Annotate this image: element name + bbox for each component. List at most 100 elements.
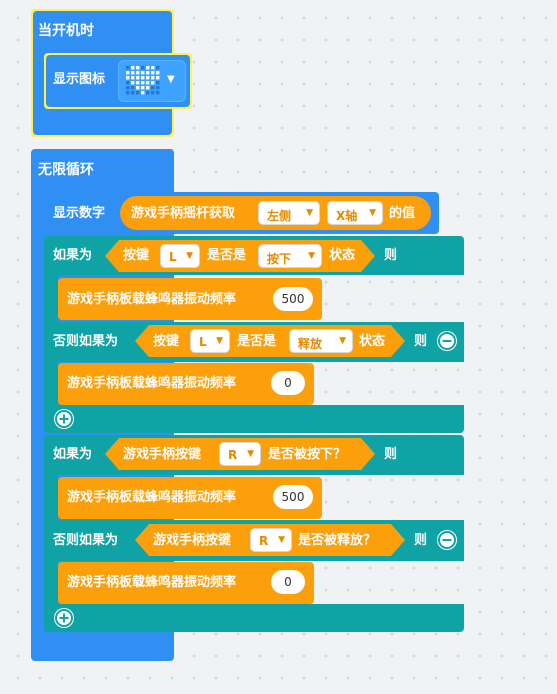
if1-left-rail-2: [44, 361, 58, 407]
if1-state-value: 按下: [267, 252, 292, 266]
if2-elseif-key-value: R: [259, 534, 269, 548]
if2-button-label: 游戏手柄按键: [123, 447, 202, 462]
side-dropdown[interactable]: 左侧 ▼: [258, 201, 320, 225]
buzzer-label: 游戏手柄板载蜂鸣器振动频率: [67, 376, 237, 391]
if1-state-label: 状态: [329, 248, 356, 263]
chevron-down-icon: ▼: [216, 336, 223, 346]
if2-if-label: 如果为: [53, 447, 93, 462]
buzzer-value-input[interactable]: 500: [273, 287, 313, 311]
joystick-label: 游戏手柄摇杆获取: [131, 206, 236, 221]
buzzer-value-input[interactable]: 0: [271, 570, 305, 594]
if2-elseif-key-dropdown[interactable]: R ▼: [250, 528, 292, 552]
led-dot: [156, 86, 160, 90]
if2-key-dropdown[interactable]: R ▼: [219, 442, 261, 466]
if1-elseif-then-label: 则: [414, 334, 428, 349]
led-dot: [126, 86, 130, 90]
if1-elseif-key-label: 按键: [153, 334, 180, 349]
led-dot: [131, 86, 135, 90]
show-icon-label: 显示图标: [53, 72, 106, 87]
icon-picker[interactable]: ▼: [118, 60, 186, 102]
remove-elseif-icon[interactable]: [437, 530, 457, 550]
axis-dropdown-value: X轴: [336, 209, 358, 223]
axis-dropdown[interactable]: X轴 ▼: [327, 201, 383, 225]
if1-elseif-is-label: 是否是: [237, 334, 277, 349]
if1-key-dropdown[interactable]: L ▼: [160, 244, 200, 268]
if1-left-rail-1: [44, 275, 58, 323]
if2-suffix: 是否被按下？: [268, 447, 347, 462]
if2-left-rail-2: [44, 560, 58, 606]
led-dot: [146, 86, 150, 90]
if1-elseif-label: 否则如果为: [53, 334, 119, 349]
if1-elseif-key-value: L: [199, 335, 207, 349]
if1-key-label: 按键: [123, 248, 150, 263]
if1-footer: [44, 405, 464, 433]
led-dot: [131, 81, 135, 85]
led-dot: [141, 71, 145, 75]
joystick-suffix: 的值: [389, 206, 416, 221]
chevron-down-icon: ▼: [247, 449, 254, 459]
led-dot: [151, 66, 155, 70]
if1-elseif-state-value: 释放: [298, 337, 323, 351]
led-dot: [131, 66, 135, 70]
buzzer-value-input[interactable]: 500: [273, 485, 313, 509]
icon-picker-chevron-icon: ▼: [167, 74, 175, 85]
if1-elseif-state-dropdown[interactable]: 释放 ▼: [289, 329, 353, 353]
led-dot: [151, 91, 155, 95]
if2-elseif-label: 否则如果为: [53, 533, 119, 548]
led-dot: [126, 71, 130, 75]
if1-state-dropdown[interactable]: 按下 ▼: [258, 244, 322, 268]
led-dot: [131, 71, 135, 75]
side-dropdown-value: 左侧: [267, 209, 292, 223]
led-dot: [146, 71, 150, 75]
if1-elseif-state-label: 状态: [359, 334, 386, 349]
chevron-down-icon: ▼: [306, 208, 313, 218]
led-dot: [156, 71, 160, 75]
led-dot: [146, 91, 150, 95]
remove-elseif-icon[interactable]: [437, 331, 457, 351]
led-dot: [131, 76, 135, 80]
led-dot: [136, 71, 140, 75]
if2-elseif-button-label: 游戏手柄按键: [153, 533, 232, 548]
chevron-down-icon: ▼: [308, 251, 315, 261]
led-dot: [156, 66, 160, 70]
led-dot: [141, 86, 145, 90]
add-elseif-icon[interactable]: [54, 608, 74, 628]
led-dot: [136, 66, 140, 70]
led-dot: [151, 81, 155, 85]
if2-left-rail-1: [44, 474, 58, 521]
led-dot: [156, 76, 160, 80]
chevron-down-icon: ▼: [369, 208, 376, 218]
led-dot: [151, 71, 155, 75]
on-start-label: 当开机时: [38, 23, 94, 39]
led-dot: [131, 91, 135, 95]
if1-if-label: 如果为: [53, 248, 93, 263]
if2-elseif-suffix: 是否被释放？: [298, 533, 377, 548]
led-dot: [151, 86, 155, 90]
buzzer-value-input[interactable]: 0: [271, 371, 305, 395]
heart-icon: [126, 66, 160, 95]
add-elseif-icon[interactable]: [54, 409, 74, 429]
if2-elseif-then-label: 则: [414, 533, 428, 548]
led-dot: [126, 66, 130, 70]
buzzer-label: 游戏手柄板载蜂鸣器振动频率: [67, 490, 237, 505]
led-dot: [151, 76, 155, 80]
show-number-label: 显示数字: [53, 206, 106, 221]
led-dot: [136, 76, 140, 80]
chevron-down-icon: ▼: [186, 251, 193, 261]
led-dot: [156, 81, 160, 85]
led-dot: [141, 81, 145, 85]
if1-is-label: 是否是: [207, 248, 247, 263]
led-dot: [141, 76, 145, 80]
if1-then-label: 则: [384, 248, 398, 263]
led-dot: [141, 91, 145, 95]
led-dot: [141, 66, 145, 70]
if1-key-value: L: [169, 250, 177, 264]
led-dot: [136, 91, 140, 95]
if2-then-label: 则: [384, 447, 398, 462]
led-dot: [146, 76, 150, 80]
led-dot: [136, 81, 140, 85]
if1-elseif-key-dropdown[interactable]: L ▼: [190, 329, 230, 353]
chevron-down-icon: ▼: [339, 336, 346, 346]
led-dot: [136, 86, 140, 90]
chevron-down-icon: ▼: [278, 535, 285, 545]
